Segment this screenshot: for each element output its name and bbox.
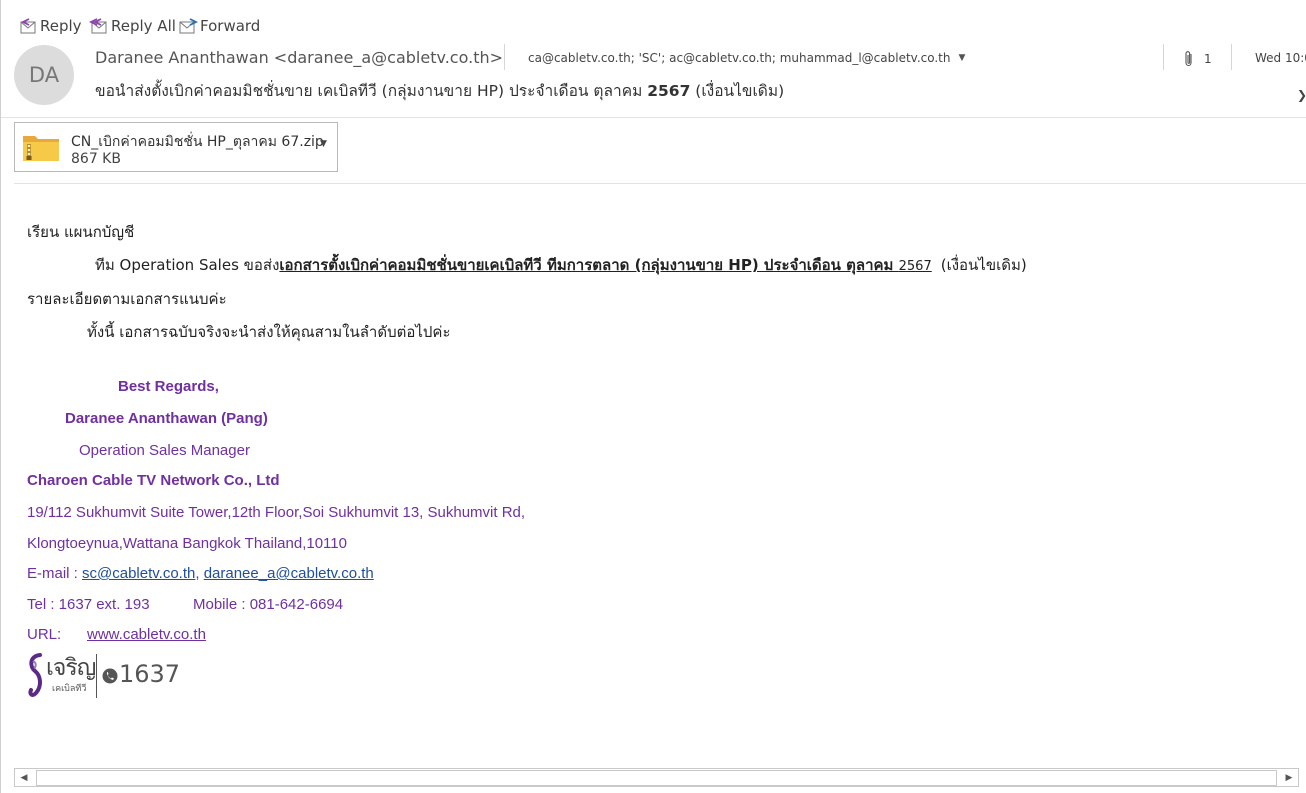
attachment-card[interactable]: CN_เบิกค่าคอมมิชชั่น HP_ตุลาคม 67.zip 86… bbox=[14, 122, 338, 172]
body-line-1-underlined: เอกสารตั้งเบิกค่าคอมมิชชั่นขายเคเบิลทีวี… bbox=[279, 256, 899, 274]
subject-year: 2567 bbox=[647, 82, 691, 100]
body-line-1-suffix: (เงื่อนไขเดิม) bbox=[940, 256, 1027, 274]
left-border bbox=[0, 0, 1, 793]
zip-folder-icon bbox=[23, 136, 59, 161]
signature-regards: Best Regards, bbox=[118, 378, 219, 395]
recipients-list: ca@cabletv.co.th; 'SC'; ac@cabletv.co.th… bbox=[528, 51, 951, 65]
forward-icon bbox=[179, 18, 198, 34]
recipients[interactable]: ca@cabletv.co.th; 'SC'; ac@cabletv.co.th… bbox=[528, 51, 965, 65]
scrollbar-thumb[interactable] bbox=[36, 770, 1277, 786]
header-separator bbox=[0, 117, 1306, 118]
subject-text: ขอนำส่งตั้งเบิกค่าคอมมิชชั่นขาย เคเบิลที… bbox=[95, 82, 648, 100]
received-date: Wed 10:0 bbox=[1255, 51, 1306, 65]
subject: ขอนำส่งตั้งเบิกค่าคอมมิชชั่นขาย เคเบิลที… bbox=[95, 78, 784, 103]
logo-number: 1637 bbox=[119, 660, 181, 688]
sender[interactable]: Daranee Ananthawan <daranee_a@cabletv.co… bbox=[95, 48, 503, 67]
attachment-separator bbox=[14, 183, 1306, 184]
reply-all-label: Reply All bbox=[111, 17, 176, 35]
signature-url-label: URL: bbox=[27, 626, 62, 643]
signature-url[interactable]: www.cabletv.co.th bbox=[87, 626, 206, 643]
attachment-menu-chevron-icon[interactable]: ▼ bbox=[320, 139, 327, 149]
reply-button[interactable]: Reply bbox=[18, 14, 82, 38]
horizontal-scrollbar[interactable]: ◀ ▶ bbox=[14, 768, 1299, 787]
forward-button[interactable]: Forward bbox=[178, 14, 260, 38]
reply-all-icon bbox=[88, 18, 107, 34]
signature-email: E-mail : sc@cabletv.co.th, daranee_a@cab… bbox=[27, 565, 374, 582]
email-link-daranee[interactable]: daranee_a@cabletv.co.th bbox=[204, 565, 374, 582]
scroll-left-icon[interactable]: ◀ bbox=[15, 769, 33, 786]
reply-label: Reply bbox=[40, 17, 82, 35]
expand-header-icon[interactable]: ❯ bbox=[1297, 88, 1306, 102]
signature-address-2: Klongtoeynua,Wattana Bangkok Thailand,10… bbox=[27, 535, 347, 552]
charoen-logo-icon bbox=[28, 653, 42, 697]
body-line-1-lead: ทีม Operation Sales ขอส่ง bbox=[95, 256, 280, 274]
reply-all-button[interactable]: Reply All bbox=[87, 14, 176, 38]
header-divider bbox=[1231, 44, 1232, 70]
email-link-sc[interactable]: sc@cabletv.co.th bbox=[82, 565, 195, 582]
forward-label: Forward bbox=[200, 17, 261, 35]
subject-suffix: (เงื่อนไขเดิม) bbox=[690, 82, 785, 100]
paperclip-icon bbox=[1185, 51, 1192, 67]
body-line-3: ทั้งนี้ เอกสารฉบับจริงจะนำส่งให้คุณสามใน… bbox=[87, 323, 451, 341]
phone-icon bbox=[102, 668, 118, 684]
header-divider bbox=[504, 44, 505, 70]
chevron-down-icon[interactable]: ▼ bbox=[959, 53, 966, 63]
company-logo: เจริญ เคเบิลทีวี 1637 bbox=[26, 652, 180, 700]
signature-address-1: 19/112 Sukhumvit Suite Tower,12th Floor,… bbox=[27, 504, 526, 521]
email-separator: , bbox=[195, 565, 204, 582]
greeting: เรียน แผนกบัญชี bbox=[27, 223, 135, 241]
attachment-name: CN_เบิกค่าคอมมิชชั่น HP_ตุลาคม 67.zip bbox=[71, 134, 324, 150]
body-line-1-year: 2567 bbox=[898, 259, 932, 274]
url-link[interactable]: www.cabletv.co.th bbox=[87, 626, 206, 643]
attachment-count-value: 1 bbox=[1204, 52, 1212, 66]
attachment-count[interactable]: 1 bbox=[1183, 50, 1212, 68]
signature-company: Charoen Cable TV Network Co., Ltd bbox=[27, 472, 280, 489]
attachment-size: 867 KB bbox=[71, 151, 121, 167]
body-line-2: รายละเอียดตามเอกสารแนบค่ะ bbox=[27, 290, 227, 308]
logo-divider bbox=[96, 654, 97, 698]
avatar[interactable]: DA bbox=[14, 45, 74, 105]
signature-title: Operation Sales Manager bbox=[79, 442, 250, 459]
signature-mobile: Mobile : 081-642-6694 bbox=[193, 596, 344, 613]
logo-subtext-th: เคเบิลทีวี bbox=[52, 684, 87, 694]
signature-tel: Tel : 1637 ext. 193 bbox=[27, 596, 150, 613]
reply-icon bbox=[20, 18, 36, 34]
avatar-initials: DA bbox=[28, 63, 60, 87]
scroll-right-icon[interactable]: ▶ bbox=[1280, 769, 1298, 786]
header-divider bbox=[1163, 44, 1164, 70]
body-line-1: ทีม Operation Sales ขอส่งเอกสารตั้งเบิกค… bbox=[95, 253, 1027, 277]
signature-name: Daranee Ananthawan (Pang) bbox=[65, 410, 268, 427]
email-label: E-mail : bbox=[27, 565, 83, 582]
